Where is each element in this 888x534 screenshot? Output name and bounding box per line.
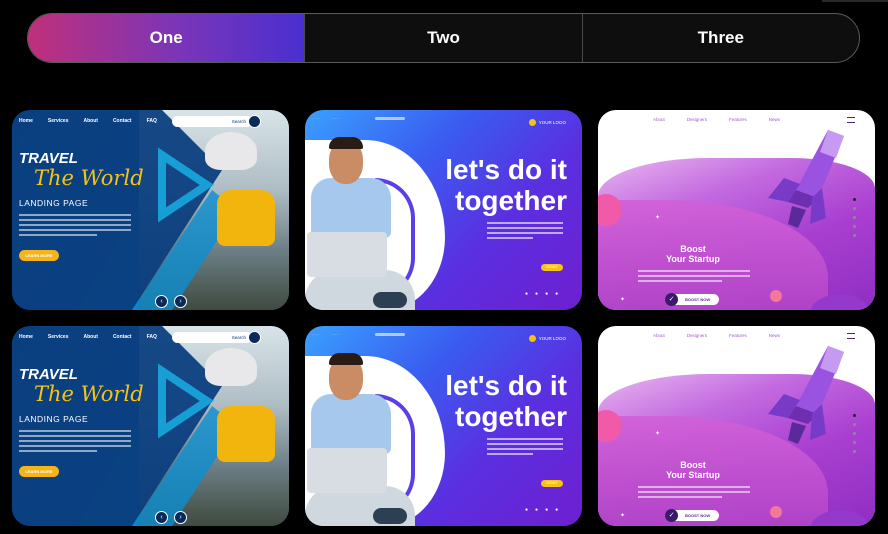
nav-news[interactable]: News bbox=[769, 117, 780, 122]
tab-bar: One Two Three bbox=[27, 13, 860, 63]
search-icon[interactable] bbox=[248, 115, 261, 128]
startup-headline-1: Boost bbox=[680, 460, 706, 470]
startup-headline-2: Your Startup bbox=[666, 470, 720, 480]
star-icon: ✦ bbox=[620, 513, 626, 519]
learn-more-button[interactable]: LEARN MORE bbox=[19, 466, 59, 477]
nav-features[interactable]: Features bbox=[729, 117, 747, 122]
together-logo: YOUR LOGO bbox=[528, 119, 566, 126]
together-headline: let's do it together bbox=[445, 154, 567, 216]
startup-nav: About Designers Features News bbox=[653, 333, 780, 338]
startup-body-text bbox=[638, 486, 750, 501]
tab-three[interactable]: Three bbox=[581, 14, 859, 62]
star-icon: ✦ bbox=[655, 431, 661, 437]
nav-home[interactable]: Home bbox=[19, 334, 33, 340]
nav-news[interactable]: News bbox=[769, 333, 780, 338]
search-input[interactable]: Search bbox=[172, 332, 252, 343]
travel-nav: Home Services About Contact FAQ bbox=[19, 118, 157, 124]
travel-script-title: The World bbox=[34, 382, 144, 406]
template-card-together[interactable]: ····· ····· YOUR LOGO let's do it together… bbox=[305, 110, 582, 310]
planet-small-shape bbox=[770, 506, 782, 518]
laptop-icon bbox=[307, 448, 387, 493]
nav-about[interactable]: About bbox=[83, 334, 97, 340]
together-headline: let's do it together bbox=[445, 370, 567, 432]
shoe-shape bbox=[373, 292, 407, 308]
hat-shape bbox=[205, 348, 257, 386]
travel-nav: Home Services About Contact FAQ bbox=[19, 334, 157, 340]
template-card-travel[interactable]: Home Services About Contact FAQ Search T… bbox=[12, 110, 289, 310]
nav-home[interactable]: Home bbox=[19, 118, 33, 124]
chevron-right-icon[interactable]: › bbox=[174, 295, 187, 308]
nav-features[interactable]: Features bbox=[729, 333, 747, 338]
jacket-shape bbox=[217, 406, 275, 462]
template-card-startup[interactable]: About Designers Features News Boost Your… bbox=[598, 110, 875, 310]
hat-shape bbox=[205, 132, 257, 170]
startup-body-text bbox=[638, 270, 750, 285]
nav-services[interactable]: Services bbox=[48, 334, 69, 340]
planet-small-shape bbox=[770, 290, 782, 302]
nav-faq[interactable]: FAQ bbox=[147, 334, 157, 340]
together-logo: YOUR LOGO bbox=[528, 335, 566, 342]
start-button[interactable]: START bbox=[541, 480, 563, 487]
nav-contact[interactable]: Contact bbox=[113, 334, 132, 340]
nav-about[interactable]: About bbox=[653, 333, 665, 338]
nav-faq[interactable]: FAQ bbox=[147, 118, 157, 124]
person-hair bbox=[329, 137, 363, 149]
travel-subtitle: LANDING PAGE bbox=[19, 198, 89, 208]
rocket-icon bbox=[768, 346, 844, 444]
nav-about[interactable]: About bbox=[653, 117, 665, 122]
rocket-icon bbox=[768, 130, 844, 228]
person-body bbox=[311, 394, 391, 454]
menu-icon[interactable] bbox=[847, 117, 855, 123]
nav-services[interactable]: Services bbox=[48, 118, 69, 124]
slide-dots bbox=[853, 198, 856, 237]
template-card-together[interactable]: ····· ····· YOUR LOGO let's do it together… bbox=[305, 326, 582, 526]
chevron-left-icon[interactable]: ‹ bbox=[155, 295, 168, 308]
template-card-startup[interactable]: About Designers Features News Boost Your… bbox=[598, 326, 875, 526]
learn-more-button[interactable]: LEARN MORE bbox=[19, 250, 59, 261]
logo-icon bbox=[528, 335, 536, 342]
logo-icon bbox=[528, 119, 536, 126]
jacket-shape bbox=[217, 190, 275, 246]
together-nav-bar bbox=[375, 117, 405, 120]
nav-designers[interactable]: Designers bbox=[687, 117, 707, 122]
tab-two[interactable]: Two bbox=[304, 14, 581, 62]
chevron-right-icon[interactable]: › bbox=[174, 511, 187, 524]
menu-icon[interactable] bbox=[847, 333, 855, 339]
tab-one[interactable]: One bbox=[28, 14, 305, 62]
nav-about[interactable]: About bbox=[83, 118, 97, 124]
top-divider bbox=[822, 0, 888, 2]
travel-subtitle: LANDING PAGE bbox=[19, 414, 89, 424]
startup-headline-1: Boost bbox=[680, 244, 706, 254]
travel-script-title: The World bbox=[34, 166, 144, 190]
search-input[interactable]: Search bbox=[172, 116, 252, 127]
star-icon: ✦ bbox=[655, 215, 661, 221]
check-icon: ✓ bbox=[665, 509, 678, 522]
start-button[interactable]: START bbox=[541, 264, 563, 271]
social-icons: ● ● ● ● bbox=[525, 291, 559, 297]
social-icons: ● ● ● ● bbox=[525, 507, 559, 513]
check-icon: ✓ bbox=[665, 293, 678, 306]
startup-headline-2: Your Startup bbox=[666, 254, 720, 264]
shoe-shape bbox=[373, 508, 407, 524]
together-nav-bar bbox=[375, 333, 405, 336]
person-hair bbox=[329, 353, 363, 365]
travel-body-text bbox=[19, 430, 131, 455]
chevron-left-icon[interactable]: ‹ bbox=[155, 511, 168, 524]
travel-title: TRAVEL bbox=[19, 150, 78, 167]
nav-designers[interactable]: Designers bbox=[687, 333, 707, 338]
laptop-icon bbox=[307, 232, 387, 277]
together-body-text bbox=[487, 222, 563, 242]
search-icon[interactable] bbox=[248, 331, 261, 344]
startup-nav: About Designers Features News bbox=[653, 117, 780, 122]
nav-contact[interactable]: Contact bbox=[113, 118, 132, 124]
together-nav: ····· ····· bbox=[312, 116, 339, 121]
slide-dots bbox=[853, 414, 856, 453]
template-card-travel[interactable]: Home Services About Contact FAQ Search T… bbox=[12, 326, 289, 526]
travel-body-text bbox=[19, 214, 131, 239]
star-icon: ✦ bbox=[620, 297, 626, 303]
together-nav: ····· ····· bbox=[312, 332, 339, 337]
person-body bbox=[311, 178, 391, 238]
together-body-text bbox=[487, 438, 563, 458]
travel-title: TRAVEL bbox=[19, 366, 78, 383]
